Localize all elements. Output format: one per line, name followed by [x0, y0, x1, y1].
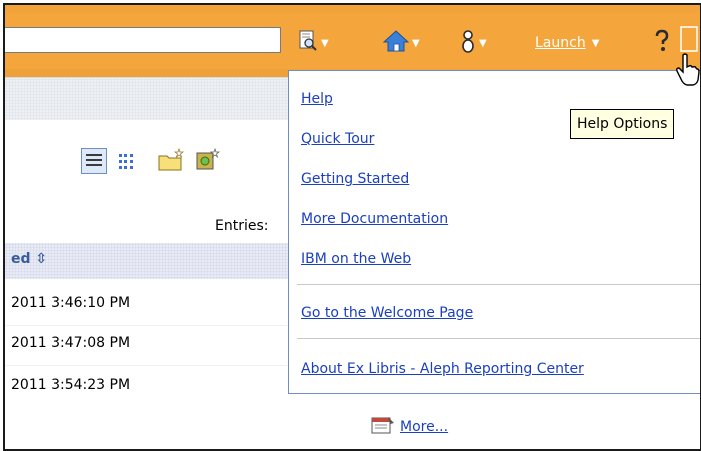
user-icon [460, 29, 476, 57]
question-mark-icon [653, 29, 671, 57]
row-timestamp: 2011 3:46:10 PM [11, 295, 131, 311]
details-view-icon [115, 154, 141, 178]
row-divider [5, 325, 287, 326]
menu-separator [297, 284, 700, 285]
new-folder-button[interactable] [157, 147, 185, 178]
hand-cursor-icon [676, 53, 700, 91]
menu-item-more-documentation[interactable]: More Documentation [301, 211, 448, 227]
details-view-button[interactable] [115, 148, 141, 178]
chevron-down-icon[interactable]: ▼ [479, 38, 487, 49]
top-strip [5, 5, 700, 13]
menu-item-about[interactable]: About Ex Libris - Aleph Reporting Center [301, 361, 584, 377]
menu-item-getting-started[interactable]: Getting Started [301, 171, 409, 187]
chevron-down-icon[interactable]: ▼ [321, 38, 329, 49]
chevron-down-icon [680, 26, 698, 56]
row-divider [5, 365, 287, 366]
chevron-down-icon[interactable]: ▼ [412, 38, 420, 49]
list-view-button[interactable] [81, 148, 107, 178]
menu-item-quick-tour[interactable]: Quick Tour [301, 131, 374, 147]
menu-item-ibm-on-the-web[interactable]: IBM on the Web [301, 251, 411, 267]
new-folder-icon [157, 147, 185, 178]
home-icon [382, 30, 410, 56]
search-tool-button[interactable]: ▼ [298, 30, 329, 56]
launch-button[interactable]: Launch ▼ [535, 31, 599, 55]
app-window: ▼ ▼ ▼ Launch ▼ Entries: ed ⇳ 2011 3:46:1… [3, 3, 701, 451]
chevron-down-icon[interactable]: ▼ [592, 38, 600, 49]
user-menu-button[interactable]: ▼ [460, 29, 487, 57]
help-options-tooltip: Help Options [570, 109, 675, 139]
new-item-icon [195, 147, 221, 178]
help-menu-toggle[interactable] [680, 26, 698, 56]
search-input[interactable] [5, 27, 281, 53]
new-item-button[interactable] [195, 147, 221, 178]
menu-separator [297, 338, 700, 339]
column-header-modified[interactable]: ed ⇳ [11, 251, 47, 267]
row-timestamp: 2011 3:54:23 PM [11, 377, 131, 393]
more-actions-link[interactable]: More... [370, 415, 448, 439]
search-tool-icon [298, 30, 318, 56]
properties-icon [370, 415, 396, 439]
entries-label: Entries: [215, 218, 269, 234]
list-view-icon [81, 148, 107, 178]
menu-item-welcome-page[interactable]: Go to the Welcome Page [301, 305, 473, 321]
help-button[interactable] [653, 29, 671, 57]
launch-label[interactable]: Launch [535, 35, 586, 51]
menu-item-help[interactable]: Help [301, 91, 333, 107]
more-link-label[interactable]: More... [400, 419, 448, 435]
row-timestamp: 2011 3:47:08 PM [11, 335, 131, 351]
home-button[interactable]: ▼ [382, 30, 420, 56]
